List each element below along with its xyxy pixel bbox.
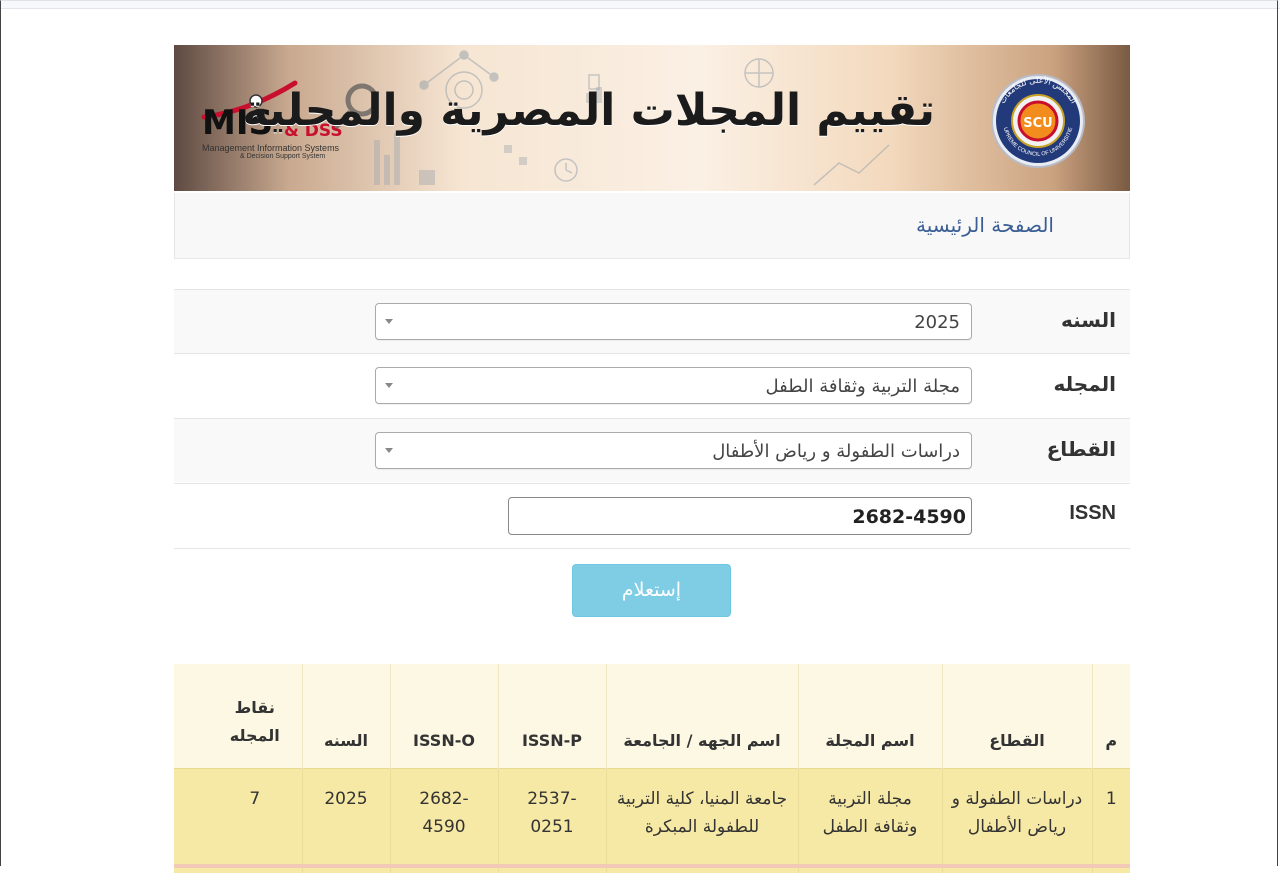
form-row-sector: القطاع دراسات الطفولة و رياض الأطفال — [174, 418, 1130, 482]
cell-issn-p: 2537-0251 — [498, 769, 606, 873]
col-header-institution: اسم الجهه / الجامعة — [606, 664, 798, 769]
year-select[interactable]: 2025 — [375, 303, 972, 340]
sector-label: القطاع — [1047, 437, 1116, 461]
mis-logo-subtitle-2: & Decision Support System — [240, 153, 325, 160]
col-header-issn-o: ISSN-O — [390, 664, 498, 769]
cell-points: 7 — [174, 769, 302, 873]
journal-select-value: مجلة التربية وثقافة الطفل — [765, 376, 960, 397]
col-header-year: السنه — [302, 664, 390, 769]
banner-title: تقييم المجلات المصرية والمحلية — [242, 85, 935, 136]
header-banner: MIS & DSS Management Information Systems… — [174, 45, 1130, 191]
chevron-down-icon — [385, 319, 393, 324]
cell-year: 2025 — [302, 769, 390, 873]
issn-input-value: 2682-4590 — [852, 506, 966, 528]
footer-strip — [174, 864, 1130, 868]
issn-input[interactable]: 2682-4590 — [508, 497, 972, 535]
col-header-index: م — [1092, 664, 1130, 769]
col-header-points: نقاط المجله — [174, 664, 302, 769]
query-button[interactable]: إستعلام — [572, 564, 731, 617]
col-header-sector: القطاع — [942, 664, 1092, 769]
issn-label: ISSN — [1069, 502, 1116, 525]
cell-institution: جامعة المنيا، كلية التربية للطفولة المبك… — [606, 769, 798, 873]
scu-logo-initials: SCU — [1023, 116, 1052, 131]
navbar: الصفحة الرئيسية — [174, 193, 1130, 259]
results-header-row: م القطاع اسم المجلة اسم الجهه / الجامعة … — [174, 664, 1130, 769]
cell-sector: دراسات الطفولة و رياض الأطفال — [942, 769, 1092, 873]
results-table: م القطاع اسم المجلة اسم الجهه / الجامعة … — [174, 664, 1130, 873]
table-row: 1 دراسات الطفولة و رياض الأطفال مجلة الت… — [174, 769, 1130, 873]
form-row-issn: ISSN 2682-4590 — [174, 483, 1130, 549]
col-header-issn-p: ISSN-P — [498, 664, 606, 769]
form-row-year: السنه 2025 — [174, 289, 1130, 353]
journal-select[interactable]: مجلة التربية وثقافة الطفل — [375, 367, 972, 404]
mis-logo-subtitle: Management Information Systems — [202, 143, 339, 153]
home-link[interactable]: الصفحة الرئيسية — [916, 213, 1054, 237]
form-row-journal: المجله مجلة التربية وثقافة الطفل — [174, 353, 1130, 417]
chevron-down-icon — [385, 448, 393, 453]
sector-select[interactable]: دراسات الطفولة و رياض الأطفال — [375, 432, 972, 469]
scu-logo: SCU المجلس الأعلى للجامعات SUPREME COUNC… — [982, 73, 1094, 169]
col-header-journal-name: اسم المجلة — [798, 664, 942, 769]
cell-journal-name: مجلة التربية وثقافة الطفل — [798, 769, 942, 873]
sector-select-value: دراسات الطفولة و رياض الأطفال — [712, 441, 960, 462]
year-select-value: 2025 — [914, 312, 960, 333]
journal-label: المجله — [1054, 372, 1116, 396]
year-label: السنه — [1061, 308, 1116, 332]
cell-index: 1 — [1092, 769, 1130, 873]
cell-issn-o: 2682-4590 — [390, 769, 498, 873]
chevron-down-icon — [385, 383, 393, 388]
